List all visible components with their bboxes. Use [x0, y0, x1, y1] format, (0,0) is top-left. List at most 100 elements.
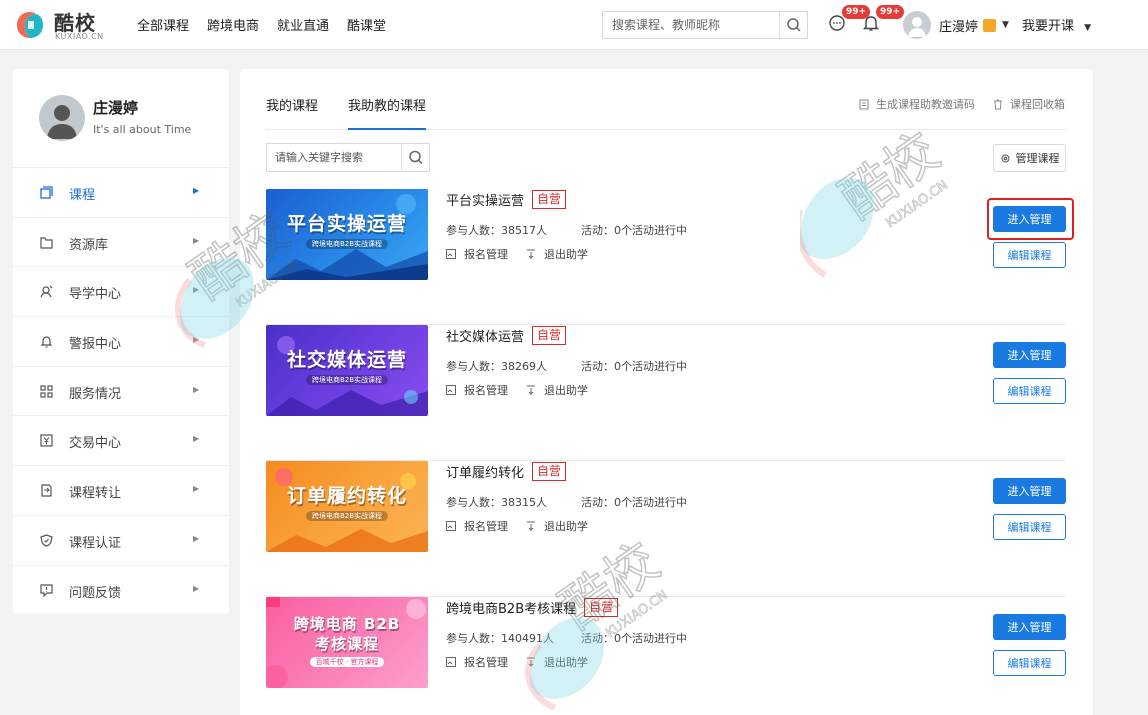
course-thumbnail[interactable]: 社交媒体运营 跨境电商B2B实战课程 [266, 325, 428, 416]
chevron-right-icon: ▶ [193, 434, 200, 444]
edit-course-button[interactable]: 编辑课程 [993, 378, 1066, 404]
course-row: 订单履约转化 跨境电商B2B实战课程 订单履约转化 自营 参与人数：38315人… [266, 461, 1066, 597]
sidebar-item-alerts[interactable]: 警报中心 ▶ [13, 317, 229, 367]
open-course-label: 我要开课 [1022, 19, 1075, 34]
edit-course-button[interactable]: 编辑课程 [993, 650, 1066, 676]
signup-manage-link[interactable]: 报名管理 [446, 654, 508, 670]
shield-icon [40, 534, 53, 547]
course-thumbnail[interactable]: 跨境电商 B2B 考核课程 百城千校 · 官方课程 [266, 597, 428, 688]
course-thumbnail[interactable]: 订单履约转化 跨境电商B2B实战课程 [266, 461, 428, 552]
feedback-icon [40, 583, 53, 597]
header-search-input[interactable] [603, 12, 781, 38]
sidebar-item-label: 问题反馈 [69, 585, 122, 601]
course-thumbnail[interactable]: 平台实操运营 跨境电商B2B实战课程 [266, 189, 428, 280]
self-operated-tag: 自营 [532, 462, 567, 481]
chevron-down-icon: ▼ [1002, 20, 1009, 30]
activity-status: 活动：0个活动进行中 [581, 496, 687, 509]
nav-cross-border[interactable]: 跨境电商 [207, 15, 259, 34]
open-course-menu[interactable]: 我要开课 ▼ [1022, 15, 1091, 34]
chevron-right-icon: ▶ [193, 186, 200, 195]
image-icon [446, 385, 456, 395]
manage-course-button[interactable]: 管理课程 [993, 144, 1066, 172]
course-row: 跨境电商 B2B 考核课程 百城千校 · 官方课程 跨境电商B2B考核课程 自营… [266, 597, 1066, 715]
enter-manage-button[interactable]: 进入管理 [993, 206, 1066, 232]
sidebar-item-label: 交易中心 [69, 436, 122, 452]
quit-assist-link[interactable]: 退出助学 [526, 518, 588, 534]
thumbnail-title: 平台实操运营 [286, 213, 407, 235]
manage-course-label: 管理课程 [1015, 152, 1060, 165]
thumbnail-subtitle: 跨境电商B2B实战课程 [266, 239, 428, 249]
nav-classroom[interactable]: 酷课堂 [347, 15, 386, 34]
user-avatar-icon [47, 105, 77, 139]
document-icon [859, 99, 869, 109]
logo[interactable]: 酷校 KUXIAO.CN [14, 7, 104, 43]
participants-count: 参与人数：140491人 [446, 632, 554, 645]
avatar [903, 11, 931, 39]
sidebar-item-guide[interactable]: 导学中心 ▶ [13, 267, 229, 318]
activity-status: 活动：0个活动进行中 [581, 632, 687, 645]
recycle-bin-button[interactable]: 课程回收箱 [993, 96, 1065, 112]
thumbnail-title-line2: 考核课程 [314, 635, 379, 653]
sidebar-item-label: 课程转让 [69, 486, 122, 502]
sidebar-item-resources[interactable]: 资源库 ▶ [13, 218, 229, 268]
sidebar-item-feedback[interactable]: 问题反馈 ▶ [13, 566, 229, 616]
self-operated-tag: 自营 [532, 190, 567, 209]
exit-icon [527, 249, 535, 259]
course-title[interactable]: 社交媒体运营 自营 [446, 326, 567, 345]
signup-manage-link[interactable]: 报名管理 [446, 246, 508, 262]
enter-manage-button[interactable]: 进入管理 [993, 614, 1066, 640]
quit-assist-link[interactable]: 退出助学 [526, 246, 588, 262]
grid-icon [40, 385, 53, 398]
sidebar-item-label: 课程 [69, 188, 96, 203]
chevron-right-icon: ▶ [193, 335, 200, 345]
enter-manage-button[interactable]: 进入管理 [993, 342, 1066, 368]
quit-assist-link[interactable]: 退出助学 [526, 654, 588, 670]
thumbnail-subtitle: 跨境电商B2B实战课程 [266, 375, 428, 385]
sidebar-item-label: 资源库 [69, 237, 109, 253]
sidebar-item-transfer[interactable]: 课程转让 ▶ [13, 466, 229, 516]
edit-course-button[interactable]: 编辑课程 [993, 514, 1066, 540]
enter-manage-button[interactable]: 进入管理 [993, 478, 1066, 504]
tab-assistant-courses[interactable]: 我助教的课程 [348, 95, 427, 130]
quit-assist-link[interactable]: 退出助学 [526, 382, 588, 398]
activity-status: 活动：0个活动进行中 [581, 360, 687, 373]
recycle-bin-label: 课程回收箱 [1010, 98, 1065, 111]
search-icon [787, 18, 801, 32]
header-search [602, 11, 808, 39]
chevron-right-icon: ▶ [193, 285, 200, 295]
image-icon [446, 657, 456, 667]
nav-all-courses[interactable]: 全部课程 [137, 15, 189, 34]
course-title[interactable]: 跨境电商B2B考核课程 自营 [446, 598, 619, 617]
user-menu[interactable]: 庄漫婷 ▼ [903, 10, 1009, 40]
keyword-search-button[interactable] [401, 144, 429, 171]
nav-employment[interactable]: 就业直通 [277, 15, 329, 34]
sidebar-item-certify[interactable]: 课程认证 ▶ [13, 516, 229, 566]
user-avatar-icon [908, 17, 926, 37]
image-icon [446, 249, 456, 259]
avatar[interactable] [39, 95, 85, 141]
edit-course-button[interactable]: 编辑课程 [993, 242, 1066, 268]
sidebar-item-service[interactable]: 服务情况 ▶ [13, 367, 229, 417]
notice-button[interactable]: 99+ [862, 5, 905, 34]
sidebar-item-course[interactable]: 课程 ▶ [13, 168, 229, 218]
chevron-right-icon: ▶ [193, 484, 200, 494]
signup-manage-link[interactable]: 报名管理 [446, 518, 508, 534]
chevron-right-icon: ▶ [193, 583, 200, 593]
sidebar-item-trade[interactable]: 交易中心 ▶ [13, 416, 229, 467]
signup-manage-link[interactable]: 报名管理 [446, 382, 508, 398]
sidebar-menu: 课程 ▶ 资源库 ▶ 导学中心 ▶ 警报中心 ▶ 服务情况 ▶ 交易中心 ▶ 课… [13, 168, 229, 615]
tab-my-courses[interactable]: 我的课程 [266, 95, 318, 128]
sidebar-item-label: 课程认证 [69, 535, 122, 551]
message-button[interactable]: 99+ [828, 5, 871, 34]
notice-badge: 99+ [876, 5, 905, 19]
course-title[interactable]: 订单履约转化 自营 [446, 462, 567, 481]
course-title[interactable]: 平台实操运营 自营 [446, 190, 567, 209]
profile-name: 庄漫婷 [93, 99, 139, 117]
thumbnail-title: 订单履约转化 [286, 485, 407, 507]
keyword-search [266, 143, 430, 172]
generate-invite-code-button[interactable]: 生成课程助教邀请码 [859, 96, 975, 112]
header-search-button[interactable] [779, 12, 807, 38]
course-icon [40, 186, 53, 199]
thumbnail-subtitle: 跨境电商B2B实战课程 [266, 511, 428, 521]
keyword-search-input[interactable] [267, 144, 402, 171]
